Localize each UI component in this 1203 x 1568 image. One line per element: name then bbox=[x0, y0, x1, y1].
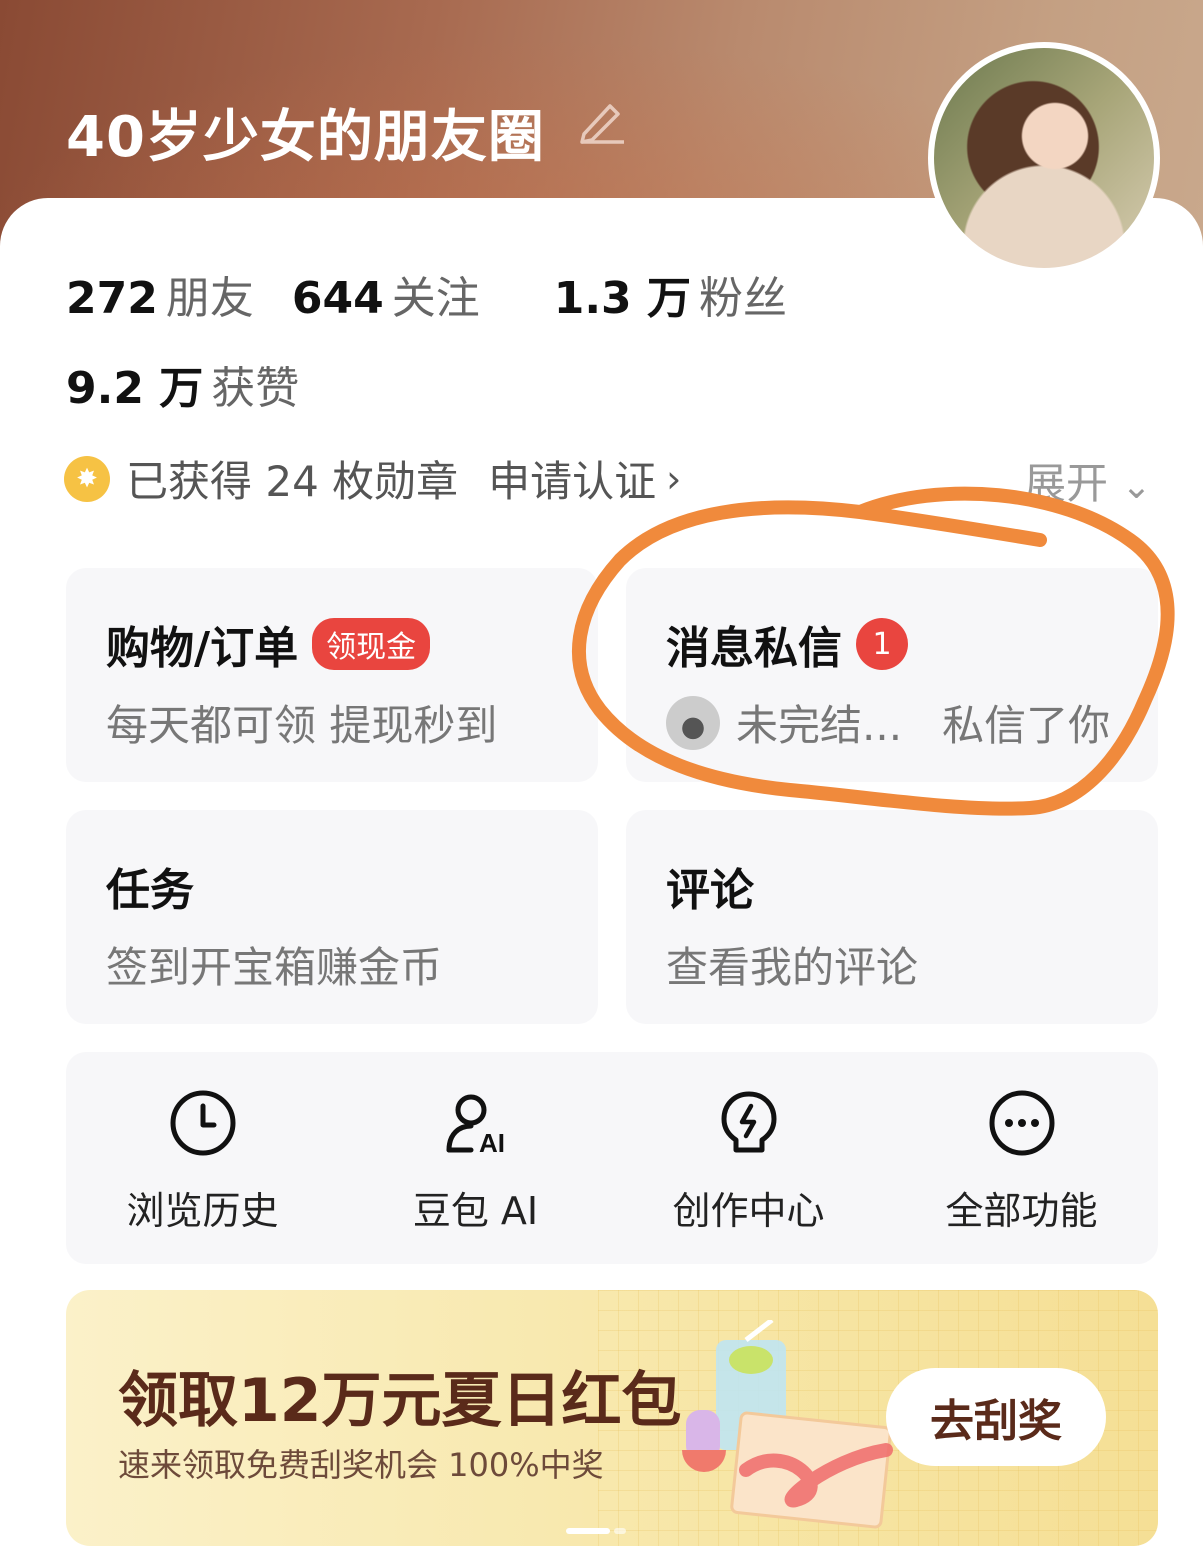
badge-count-text[interactable]: 已获得 24 枚勋章 bbox=[126, 448, 458, 509]
stats-row-likes: 9.2 万获赞 bbox=[66, 352, 323, 416]
scratch-button[interactable]: 去刮奖 bbox=[886, 1368, 1106, 1466]
avatar[interactable] bbox=[928, 42, 1160, 274]
stat-friends[interactable]: 272 朋友 bbox=[66, 262, 254, 326]
pager-dot bbox=[614, 1528, 626, 1534]
clock-icon bbox=[170, 1090, 235, 1156]
message-action: 私信了你 bbox=[942, 701, 1111, 750]
comments-tile[interactable]: 评论 查看我的评论 bbox=[626, 810, 1158, 1024]
comments-subtitle: 查看我的评论 bbox=[666, 943, 919, 992]
more-icon bbox=[989, 1090, 1054, 1156]
quick-ai-label: 豆包 AI bbox=[412, 1189, 539, 1233]
shopping-subtitle: 每天都可领 提现秒到 bbox=[106, 701, 498, 750]
pager-dot-active bbox=[566, 1528, 610, 1534]
shopping-title: 购物/订单 领现金 bbox=[106, 612, 431, 676]
quick-creator[interactable]: 创作中心 bbox=[612, 1088, 885, 1235]
edit-icon[interactable] bbox=[576, 98, 628, 144]
bulb-icon bbox=[721, 1091, 776, 1153]
quick-actions-panel: 浏览历史 AI 豆包 AI 创作中心 全部功能 bbox=[66, 1052, 1158, 1264]
promo-title: 领取12万元夏日红包 bbox=[118, 1366, 682, 1436]
stat-followers[interactable]: 1.3 万粉丝 bbox=[554, 262, 787, 326]
summer-drink-illustration bbox=[682, 1320, 893, 1529]
quick-creator-label: 创作中心 bbox=[672, 1189, 825, 1233]
unread-count-badge: 1 bbox=[856, 618, 908, 670]
shopping-tile[interactable]: 购物/订单 领现金 每天都可领 提现秒到 bbox=[66, 568, 598, 782]
svg-text:AI: AI bbox=[479, 1128, 505, 1158]
cash-badge: 领现金 bbox=[312, 618, 431, 670]
expand-label: 展开 bbox=[1024, 459, 1109, 508]
quick-all[interactable]: 全部功能 bbox=[885, 1088, 1158, 1235]
quick-history-label: 浏览历史 bbox=[126, 1189, 279, 1233]
messages-tile[interactable]: 消息私信 1 未完结... 私信了你 bbox=[626, 568, 1158, 782]
expand-button[interactable]: 展开 ⌄ bbox=[1024, 450, 1152, 511]
ai-person-icon: AI bbox=[446, 1094, 505, 1158]
quick-all-label: 全部功能 bbox=[945, 1189, 1098, 1233]
medal-icon: ✸ bbox=[64, 455, 110, 502]
comments-title: 评论 bbox=[666, 865, 754, 916]
sender-name: 未完结... bbox=[736, 701, 903, 750]
quick-history[interactable]: 浏览历史 bbox=[66, 1088, 339, 1235]
tasks-title: 任务 bbox=[106, 865, 194, 916]
messages-subtitle: 未完结... 私信了你 bbox=[666, 692, 1110, 753]
stat-following[interactable]: 644 关注 bbox=[292, 262, 480, 326]
sender-avatar bbox=[666, 695, 720, 750]
chevron-down-icon: ⌄ bbox=[1121, 466, 1152, 507]
messages-title: 消息私信 1 bbox=[666, 612, 908, 676]
promo-banner[interactable]: 领取12万元夏日红包 速来领取免费刮奖机会 100%中奖 去刮奖 bbox=[66, 1290, 1158, 1546]
promo-subtitle: 速来领取免费刮奖机会 100%中奖 bbox=[118, 1446, 604, 1484]
apply-verification-link[interactable]: 申请认证 bbox=[488, 448, 656, 509]
quick-ai[interactable]: AI 豆包 AI bbox=[339, 1088, 612, 1235]
profile-title: 40岁少女的朋友圈 bbox=[66, 105, 545, 170]
tasks-subtitle: 签到开宝箱赚金币 bbox=[106, 943, 443, 992]
stats-row: 272 朋友 644 关注 1.3 万粉丝 bbox=[66, 262, 811, 326]
stat-likes[interactable]: 9.2 万获赞 bbox=[66, 352, 299, 416]
tasks-tile[interactable]: 任务 签到开宝箱赚金币 bbox=[66, 810, 598, 1024]
badge-row: ✸ 已获得 24 枚勋章 申请认证 › bbox=[64, 448, 681, 509]
chevron-right-icon: › bbox=[666, 456, 682, 501]
